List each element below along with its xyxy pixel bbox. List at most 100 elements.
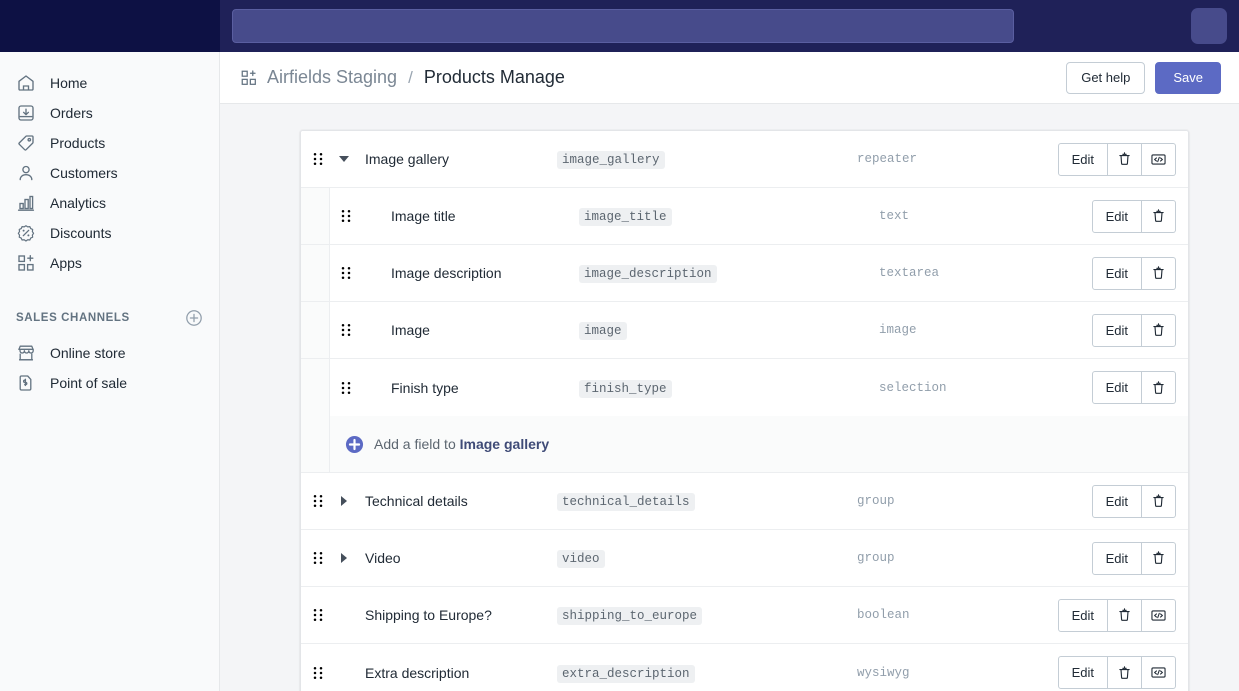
plus-circle-icon[interactable] xyxy=(185,309,203,327)
field-key-badge: video xyxy=(557,550,605,568)
edit-button[interactable]: Edit xyxy=(1092,371,1142,404)
sidebar-item-analytics[interactable]: Analytics xyxy=(0,188,219,218)
field-key: image xyxy=(579,321,879,339)
row-action-group: Edit xyxy=(1092,314,1176,347)
edit-button[interactable]: Edit xyxy=(1092,314,1142,347)
drag-handle-icon[interactable] xyxy=(329,209,359,223)
caret-down-icon[interactable] xyxy=(331,156,357,162)
row-action-group: Edit xyxy=(1092,257,1176,290)
field-key-badge: extra_description xyxy=(557,665,695,683)
caret-right-icon[interactable] xyxy=(331,496,357,506)
add-field-target: Image gallery xyxy=(460,436,550,452)
drag-handle-icon[interactable] xyxy=(301,494,331,508)
field-type: wysiwyg xyxy=(857,666,1057,680)
row-action-group: Edit xyxy=(1092,371,1176,404)
sidebar-item-label: Home xyxy=(50,76,87,90)
field-label: Image description xyxy=(385,265,579,281)
field-key-badge: finish_type xyxy=(579,380,672,398)
add-field-row[interactable]: Add a field to Image gallery xyxy=(301,416,1188,473)
sidebar-item-label: Apps xyxy=(50,256,82,270)
trash-icon[interactable] xyxy=(1142,257,1176,290)
caret-right-icon[interactable] xyxy=(331,553,357,563)
edit-button[interactable]: Edit xyxy=(1058,143,1108,176)
top-bar-logo-area xyxy=(0,0,220,52)
trash-icon[interactable] xyxy=(1142,371,1176,404)
row-action-group: Edit xyxy=(1092,485,1176,518)
main-content: Image galleryimage_galleryrepeaterEditIm… xyxy=(220,104,1239,691)
apps-add-icon xyxy=(240,69,258,87)
field-key: video xyxy=(557,549,857,567)
code-brackets-icon[interactable] xyxy=(1142,143,1176,176)
row-actions: Edit xyxy=(1092,485,1188,518)
get-help-button[interactable]: Get help xyxy=(1066,62,1145,94)
row-actions: Edit xyxy=(1092,371,1188,404)
drag-handle-icon[interactable] xyxy=(301,152,331,166)
trash-icon[interactable] xyxy=(1108,143,1142,176)
add-field-link[interactable]: Add a field to Image gallery xyxy=(329,435,549,454)
trash-icon[interactable] xyxy=(1142,542,1176,575)
avatar[interactable] xyxy=(1191,8,1227,44)
field-type: text xyxy=(879,209,1079,223)
trash-icon[interactable] xyxy=(1142,200,1176,233)
sidebar-item-discounts[interactable]: Discounts xyxy=(0,218,219,248)
field-key: extra_description xyxy=(557,664,857,682)
search-input[interactable] xyxy=(232,9,1014,43)
trash-icon[interactable] xyxy=(1142,314,1176,347)
trash-icon[interactable] xyxy=(1108,656,1142,689)
field-type: group xyxy=(857,494,1057,508)
field-row: ImageimageimageEdit xyxy=(301,302,1188,359)
field-type: selection xyxy=(879,381,1079,395)
sidebar-item-label: Products xyxy=(50,136,105,150)
field-label: Image xyxy=(385,322,579,338)
edit-button[interactable]: Edit xyxy=(1092,200,1142,233)
sidebar-item-label: Analytics xyxy=(50,196,106,210)
field-row: Image titleimage_titletextEdit xyxy=(301,188,1188,245)
row-actions: Edit xyxy=(1092,200,1188,233)
fields-card: Image galleryimage_galleryrepeaterEditIm… xyxy=(300,130,1189,691)
add-field-prefix: Add a field to xyxy=(374,436,460,452)
sidebar-channel-point-of-sale[interactable]: Point of sale xyxy=(0,368,219,398)
storefront-icon xyxy=(16,343,36,363)
sidebar-channel-online-store[interactable]: Online store xyxy=(0,338,219,368)
sidebar-channel-label: Online store xyxy=(50,346,125,360)
field-key: finish_type xyxy=(579,379,879,397)
save-button[interactable]: Save xyxy=(1155,62,1221,94)
sidebar-item-orders[interactable]: Orders xyxy=(0,98,219,128)
sidebar-channel-label: Point of sale xyxy=(50,376,127,390)
drag-handle-icon[interactable] xyxy=(329,266,359,280)
edit-button[interactable]: Edit xyxy=(1092,485,1142,518)
page-header: Airfields Staging / Products Manage Get … xyxy=(220,52,1239,104)
analytics-bars-icon xyxy=(16,193,36,213)
row-actions: Edit xyxy=(1092,542,1188,575)
code-brackets-icon[interactable] xyxy=(1142,656,1176,689)
field-key-badge: shipping_to_europe xyxy=(557,607,702,625)
edit-button[interactable]: Edit xyxy=(1058,599,1108,632)
drag-handle-icon[interactable] xyxy=(329,381,359,395)
edit-button[interactable]: Edit xyxy=(1092,542,1142,575)
header-actions: Get help Save xyxy=(1066,62,1221,94)
row-action-group: Edit xyxy=(1092,200,1176,233)
edit-button[interactable]: Edit xyxy=(1058,656,1108,689)
field-key: shipping_to_europe xyxy=(557,606,857,624)
field-row: Image descriptionimage_descriptiontextar… xyxy=(301,245,1188,302)
row-action-group: Edit xyxy=(1058,656,1176,689)
sidebar-item-customers[interactable]: Customers xyxy=(0,158,219,188)
field-label: Image gallery xyxy=(357,151,557,167)
drag-handle-icon[interactable] xyxy=(301,666,331,680)
edit-button[interactable]: Edit xyxy=(1092,257,1142,290)
row-actions: Edit xyxy=(1058,143,1188,176)
sidebar-item-home[interactable]: Home xyxy=(0,68,219,98)
field-key: image_title xyxy=(579,207,879,225)
trash-icon[interactable] xyxy=(1108,599,1142,632)
drag-handle-icon[interactable] xyxy=(329,323,359,337)
drag-handle-icon[interactable] xyxy=(301,551,331,565)
breadcrumb: Airfields Staging / Products Manage xyxy=(240,67,1066,88)
top-bar-account-area xyxy=(1149,8,1239,44)
code-brackets-icon[interactable] xyxy=(1142,599,1176,632)
breadcrumb-root-link[interactable]: Airfields Staging xyxy=(267,67,397,88)
drag-handle-icon[interactable] xyxy=(301,608,331,622)
trash-icon[interactable] xyxy=(1142,485,1176,518)
customers-person-icon xyxy=(16,163,36,183)
sidebar-item-apps[interactable]: Apps xyxy=(0,248,219,278)
sidebar-item-products[interactable]: Products xyxy=(0,128,219,158)
